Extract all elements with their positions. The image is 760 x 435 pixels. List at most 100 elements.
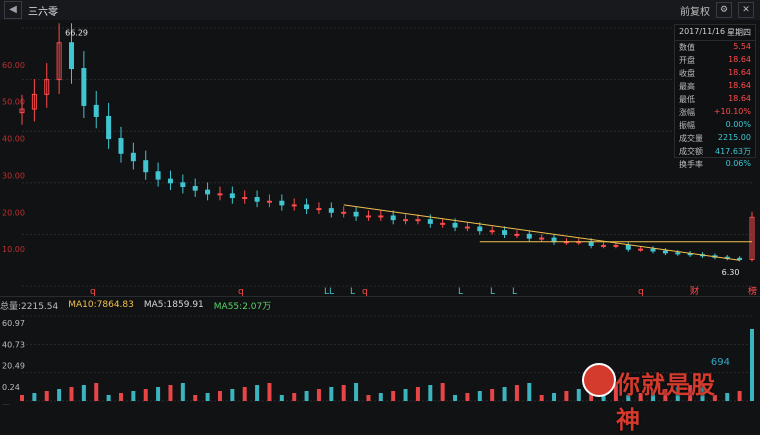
volume-bar: [94, 383, 99, 401]
volume-bar: [230, 389, 235, 401]
volume-axis-label: 40.73: [2, 340, 25, 349]
volume-bar: [168, 385, 173, 401]
top-toolbar: ◀ 三六零 前复权 ⚙ ✕: [0, 0, 760, 21]
event-marker[interactable]: L: [490, 287, 495, 296]
volume-bar: [32, 393, 37, 401]
candle-body: [291, 204, 297, 207]
volume-bar: [514, 385, 519, 401]
volume-bar: [428, 385, 433, 401]
candle-body: [662, 250, 668, 254]
candle-body: [625, 244, 631, 250]
candle-body: [613, 244, 619, 247]
candle-body: [316, 208, 322, 211]
candle-body: [93, 104, 99, 117]
volume-axis-label: 0.24: [2, 383, 20, 392]
candle-body: [353, 211, 359, 217]
candle-body: [205, 189, 211, 195]
watermark-sub: 694: [710, 357, 730, 368]
close-icon: ✕: [742, 5, 750, 15]
watermark-logo: [582, 363, 616, 397]
event-marker[interactable]: q: [638, 287, 644, 296]
volume-bar: [143, 389, 148, 401]
candle-body: [526, 233, 532, 239]
event-marker[interactable]: L: [458, 287, 463, 296]
volume-bar: [255, 385, 260, 401]
quote-row: 振幅 0.00%: [675, 119, 755, 132]
volume-total: 总量:2215.54: [0, 301, 59, 312]
event-marker[interactable]: 榜: [748, 285, 757, 296]
volume-bar: [490, 389, 495, 401]
event-marker[interactable]: LL: [324, 287, 334, 296]
volume-bar: [539, 395, 544, 401]
back-button[interactable]: ◀: [4, 1, 22, 19]
quote-rows: 数值 5.54 开盘 18.64 收盘 18.64 最高 18.64 最低 18.64 涨幅 +10.…: [675, 41, 755, 171]
low-price-label: 6.30: [722, 268, 740, 277]
volume-bar: [156, 387, 161, 401]
price-axis-label: 40.00: [2, 135, 25, 144]
quote-row: 涨幅 +10.10%: [675, 106, 755, 119]
volume-bar: [279, 395, 284, 401]
candle-body: [588, 241, 594, 246]
volume-bar: [415, 387, 420, 401]
event-marker[interactable]: 财: [690, 285, 699, 296]
event-marker[interactable]: q: [90, 287, 96, 296]
quote-row-value: 417.63万: [715, 147, 751, 156]
quote-row-label: 涨幅: [679, 108, 695, 117]
volume-bar: [180, 383, 185, 401]
event-marker[interactable]: q: [362, 287, 368, 296]
quote-row-value: 18.64: [728, 81, 751, 90]
volume-bar: [378, 393, 383, 401]
volume-axis-label: 60.97: [2, 319, 25, 328]
close-button[interactable]: ✕: [738, 2, 754, 18]
candle-body: [155, 171, 161, 180]
volume-bar: [354, 383, 359, 401]
quote-row-label: 数值: [679, 43, 695, 52]
candle-body: [440, 222, 446, 225]
volume-bar: [69, 387, 74, 401]
event-marker[interactable]: q: [238, 287, 244, 296]
quote-row: 数值 5.54: [675, 41, 755, 54]
quote-row: 开盘 18.64: [675, 54, 755, 67]
price-chart[interactable]: 60.00 50.00 40.00 30.00 20.00 10.00 66.29 6.30…: [0, 20, 760, 296]
quote-row-value: 2215.00: [717, 133, 751, 142]
quote-row-value: 5.54: [733, 42, 751, 51]
volume-bar: [57, 389, 62, 401]
app-window: ◀ 三六零 前复权 ⚙ ✕ 60.00 50.00 40.00 30.00 20.00 1…: [0, 0, 760, 434]
volume-bar: [329, 387, 334, 401]
candle-body: [229, 193, 235, 199]
quote-row-label: 最高: [679, 82, 695, 91]
candle-body: [341, 211, 347, 214]
volume-bar: [403, 389, 408, 401]
event-marker[interactable]: L: [350, 287, 355, 296]
candle-body: [477, 226, 483, 232]
volume-ma10: MA10:7864.83: [68, 300, 134, 310]
volume-bar: [131, 391, 136, 401]
volume-header: 总量:2215.54 MA10:7864.83 MA5:1859.91 MA55…: [0, 296, 760, 313]
quote-row: 最低 18.64: [675, 93, 755, 106]
quote-row-label: 成交额: [679, 147, 703, 156]
volume-bar: [193, 395, 198, 401]
quote-row-label: 最低: [679, 95, 695, 104]
volume-bar: [750, 329, 754, 401]
event-marker[interactable]: L: [512, 287, 517, 296]
volume-bar: [552, 393, 557, 401]
candle-body: [118, 138, 124, 154]
candle-body: [489, 230, 495, 233]
volume-bar: [267, 383, 272, 401]
volume-bar: [391, 391, 396, 401]
quote-row-label: 成交量: [679, 134, 703, 143]
chart-background: [0, 20, 760, 296]
settings-button[interactable]: ⚙: [716, 2, 732, 18]
quote-row-label: 收盘: [679, 69, 695, 78]
price-axis-label: 60.00: [2, 61, 25, 70]
candle-body: [514, 233, 520, 236]
volume-bar: [217, 391, 222, 401]
candle-body: [130, 152, 136, 162]
adjust-mode-label[interactable]: 前复权: [680, 3, 710, 18]
candle-body: [365, 215, 371, 218]
volume-bar: [453, 395, 458, 401]
quote-panel-header: 2017/11/16 星期四: [675, 25, 755, 41]
candle-body: [464, 226, 470, 229]
quote-row: 换手率 0.06%: [675, 158, 755, 171]
candle-body: [502, 230, 508, 235]
